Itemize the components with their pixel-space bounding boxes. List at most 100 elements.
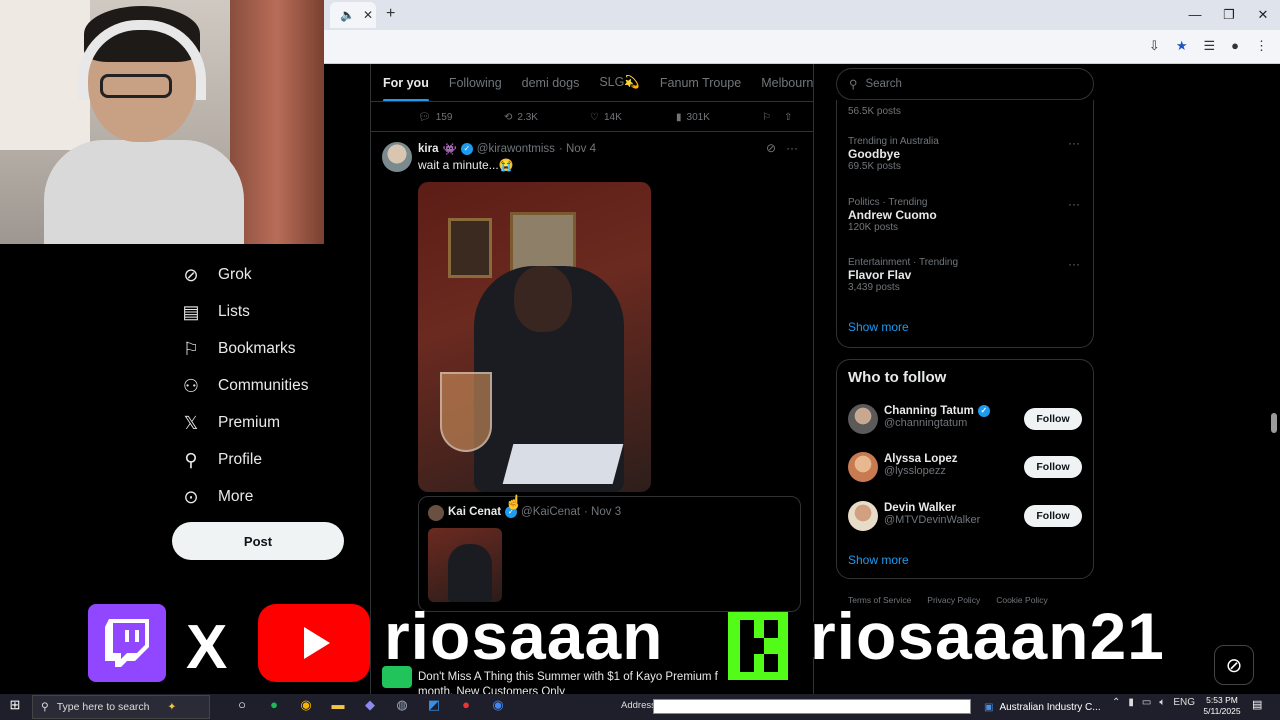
nav-item-bookmarks[interactable]: ⚐ Bookmarks	[180, 334, 296, 364]
views-button[interactable]: ▮ 301K	[676, 112, 762, 123]
suggestion-name[interactable]: Alyssa Lopez	[884, 453, 958, 465]
microphone-icon[interactable]: ▮	[1128, 697, 1134, 708]
browser-menu-icon[interactable]: ⋮	[1255, 38, 1268, 54]
taskbar-window-button[interactable]: ▣ Australian Industry C...	[984, 697, 1104, 717]
trend-meta: Entertainment · Trending	[848, 257, 959, 268]
more-options-icon[interactable]: ···	[786, 141, 798, 155]
url-field[interactable]	[324, 36, 1124, 58]
tab-demi-dogs[interactable]: demi dogs	[522, 76, 580, 90]
tweet-date[interactable]: · Nov 4	[559, 143, 596, 155]
search-placeholder: Search	[865, 78, 902, 90]
grok-floating-button[interactable]: ⊘	[1214, 645, 1254, 685]
tweet-author-name[interactable]: kira	[418, 143, 438, 155]
windows-start-icon[interactable]: ⊞	[4, 697, 26, 717]
search-input[interactable]: ⚲ Search	[836, 68, 1094, 100]
follow-button[interactable]: Follow	[1024, 408, 1082, 430]
network-icon[interactable]: ▭	[1142, 697, 1151, 708]
volume-icon[interactable]: 🔈︎	[1159, 697, 1165, 708]
tweet-author-handle[interactable]: @kirawontmiss	[477, 143, 555, 155]
reading-list-icon[interactable]: ☰	[1203, 38, 1215, 54]
close-window-button[interactable]: ✕	[1246, 0, 1280, 30]
nav-label: Communities	[218, 377, 309, 394]
nav-item-more[interactable]: ⊙ More	[180, 482, 253, 512]
tweet-text: wait a minute...😭	[418, 158, 514, 172]
nav-item-profile[interactable]: ⚲ Profile	[180, 445, 262, 475]
minimize-button[interactable]: —	[1178, 0, 1212, 30]
language-indicator[interactable]: ENG	[1173, 697, 1195, 708]
avatar[interactable]	[848, 501, 878, 531]
profile-avatar-icon[interactable]: ●	[1231, 38, 1239, 54]
steam-icon[interactable]: ◍	[392, 697, 412, 713]
avatar[interactable]	[848, 404, 878, 434]
browser-toolbar-icons: ⇩ ★ ☰ ● ⋮	[1149, 38, 1268, 54]
file-explorer-icon[interactable]: ▬	[328, 697, 348, 713]
more-options-icon[interactable]: ···	[1068, 197, 1080, 211]
previous-tweet-actions: 💬︎ 159 ⟲ 2.3K ♡ 14K ▮ 301K ⚐ ⇧	[418, 108, 803, 126]
image-wine-glass	[440, 372, 492, 452]
browser-tab-bar	[324, 0, 1280, 30]
nav-label: Bookmarks	[218, 340, 296, 357]
avatar[interactable]	[848, 452, 878, 482]
trend-item[interactable]: Politics · Trending Andrew Cuomo 120K po…	[848, 197, 937, 233]
show-more-follow-link[interactable]: Show more	[848, 553, 909, 567]
notification-icon[interactable]: ▤	[1252, 698, 1262, 711]
show-more-trends-link[interactable]: Show more	[848, 320, 909, 334]
trend-item[interactable]: Trending in Australia Goodbye 69.5K post…	[848, 136, 939, 172]
app-icon[interactable]: ◩	[424, 697, 444, 713]
more-options-icon[interactable]: ···	[1068, 257, 1080, 271]
tab-close-icon[interactable]: ✕	[363, 8, 373, 22]
tab-fanum-troupe[interactable]: Fanum Troupe	[660, 76, 741, 90]
tweet-author-avatar[interactable]	[382, 142, 412, 172]
follow-suggestion: Alyssa Lopez @lysslopezz	[884, 453, 958, 477]
scrollbar[interactable]	[1268, 64, 1280, 694]
more-options-icon[interactable]: ···	[1068, 136, 1080, 150]
tab-following[interactable]: Following	[449, 76, 502, 90]
bookmark-star-icon[interactable]: ★	[1176, 38, 1188, 54]
suggestion-name[interactable]: Channing Tatum	[884, 405, 974, 417]
search-highlight-icon: ✦	[167, 701, 177, 713]
trend-name: Flavor Flav	[848, 268, 912, 282]
spotify-icon[interactable]: ●	[264, 697, 284, 713]
nav-item-grok[interactable]: ⊘ Grok	[180, 260, 251, 290]
obs-icon[interactable]: ●	[456, 697, 476, 713]
bookmark-button[interactable]: ⚐	[762, 112, 784, 123]
nav-item-premium[interactable]: 𝕏 Premium	[180, 408, 280, 438]
tab-for-you[interactable]: For you	[383, 76, 429, 101]
taskbar-search-input[interactable]: ⚲ Type here to search ✦	[32, 695, 210, 719]
follow-button[interactable]: Follow	[1024, 505, 1082, 527]
tray-chevron-icon[interactable]: ⌃	[1112, 697, 1120, 708]
reply-button[interactable]: 💬︎ 159	[418, 112, 504, 123]
bookmark-icon: ⚐	[182, 338, 200, 359]
grok-icon: ⊘	[183, 264, 199, 285]
chrome-active-icon[interactable]: ◉	[488, 697, 508, 713]
address-toolbar-input[interactable]	[653, 699, 971, 714]
tweet-image[interactable]	[418, 182, 651, 492]
nav-item-communities[interactable]: ⚇ Communities	[180, 371, 309, 401]
task-view-icon[interactable]: ○	[232, 697, 252, 713]
tweet-header: kira 👾 ✓ @kirawontmiss · Nov 4	[418, 142, 596, 156]
follow-button[interactable]: Follow	[1024, 456, 1082, 478]
restore-button[interactable]: ❐	[1212, 0, 1246, 30]
tab-slg[interactable]: SLG💫	[599, 75, 640, 90]
new-tab-button[interactable]: +	[386, 5, 395, 23]
browser-tab[interactable]: 🔈 ✕	[330, 2, 376, 28]
install-app-icon[interactable]: ⇩	[1149, 38, 1160, 54]
suggestion-name[interactable]: Devin Walker	[884, 502, 980, 514]
tab-melbourne[interactable]: Melbourne	[761, 76, 813, 90]
trend-name: Goodbye	[848, 147, 901, 161]
grok-icon[interactable]: ⊘	[766, 141, 776, 155]
taskbar-clock[interactable]: 5:53 PM 5/11/2025	[1200, 695, 1244, 717]
share-button[interactable]: ⇧	[784, 112, 802, 123]
repost-button[interactable]: ⟲ 2.3K	[504, 112, 590, 123]
like-button[interactable]: ♡ 14K	[590, 112, 676, 123]
discord-icon[interactable]: ◆	[360, 697, 380, 713]
x-logo-icon: X	[186, 613, 228, 682]
post-button[interactable]: Post	[172, 522, 344, 560]
chrome-icon[interactable]: ◉	[296, 697, 316, 713]
trend-item[interactable]: Entertainment · Trending Flavor Flav 3,4…	[848, 257, 958, 293]
scrollbar-thumb[interactable]	[1271, 413, 1277, 433]
who-to-follow-title: Who to follow	[848, 369, 947, 386]
webcam-shirt	[44, 140, 244, 244]
webcam-window	[0, 0, 90, 150]
nav-item-lists[interactable]: ▤ Lists	[180, 297, 249, 327]
